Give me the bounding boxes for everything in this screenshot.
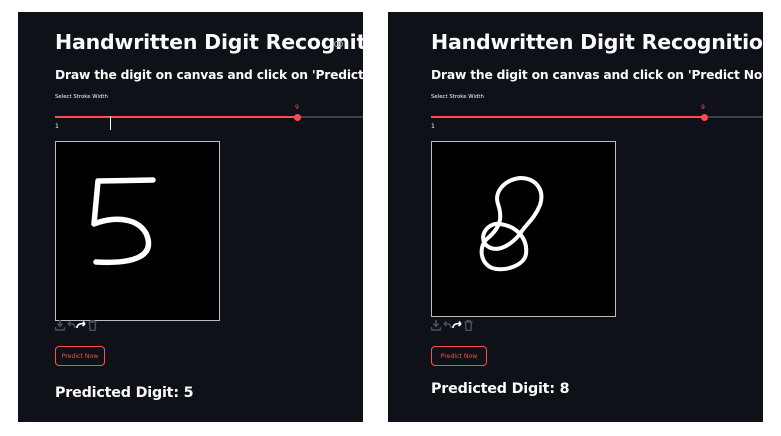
predict-now-button[interactable]: Predict Now [431, 346, 487, 366]
page-title: Handwritten Digit Recognition [431, 30, 763, 54]
canvas-toolbar [55, 320, 115, 332]
slider-label: Select Stroke Width [55, 94, 108, 100]
redo-icon[interactable] [452, 320, 463, 331]
undo-icon[interactable] [442, 320, 452, 331]
drawing-canvas[interactable] [55, 141, 220, 321]
predicted-digit-result: Predicted Digit: 8 [431, 381, 570, 397]
download-icon[interactable] [55, 320, 65, 331]
page-subtitle: Draw the digit on canvas and click on 'P… [431, 68, 763, 82]
trash-icon[interactable] [464, 320, 473, 331]
redo-icon[interactable] [76, 320, 87, 331]
stroke-width-slider[interactable] [55, 113, 363, 121]
slider-label: Select Stroke Width [431, 94, 484, 100]
link-icon[interactable] [334, 41, 343, 47]
drawing-canvas[interactable] [431, 141, 616, 317]
digit-5-stroke [91, 177, 156, 266]
app-screen-right: Handwritten Digit Recognition Draw the d… [388, 12, 763, 422]
slider-min-label: 1 [55, 123, 59, 130]
slider-value: 9 [701, 104, 705, 111]
page-subtitle: Draw the digit on canvas and click on 'P… [55, 68, 363, 82]
app-screen-left: Handwritten Digit Recognition Draw the d… [18, 12, 363, 422]
mouse-cursor [110, 116, 111, 130]
stroke-width-slider[interactable] [431, 113, 763, 121]
canvas-toolbar [431, 320, 491, 332]
digit-8-stroke [479, 176, 544, 272]
slider-fill [55, 116, 298, 118]
slider-value: 9 [295, 104, 299, 111]
predicted-digit-result: Predicted Digit: 5 [55, 385, 194, 401]
slider-thumb[interactable] [294, 113, 301, 121]
predict-now-button[interactable]: Predict Now [55, 346, 105, 366]
download-icon[interactable] [431, 320, 441, 331]
undo-icon[interactable] [66, 320, 76, 331]
trash-icon[interactable] [88, 320, 97, 331]
page-title: Handwritten Digit Recognition [55, 30, 363, 54]
slider-min-label: 1 [431, 123, 435, 130]
slider-thumb[interactable] [701, 113, 708, 121]
slider-fill [431, 116, 705, 118]
